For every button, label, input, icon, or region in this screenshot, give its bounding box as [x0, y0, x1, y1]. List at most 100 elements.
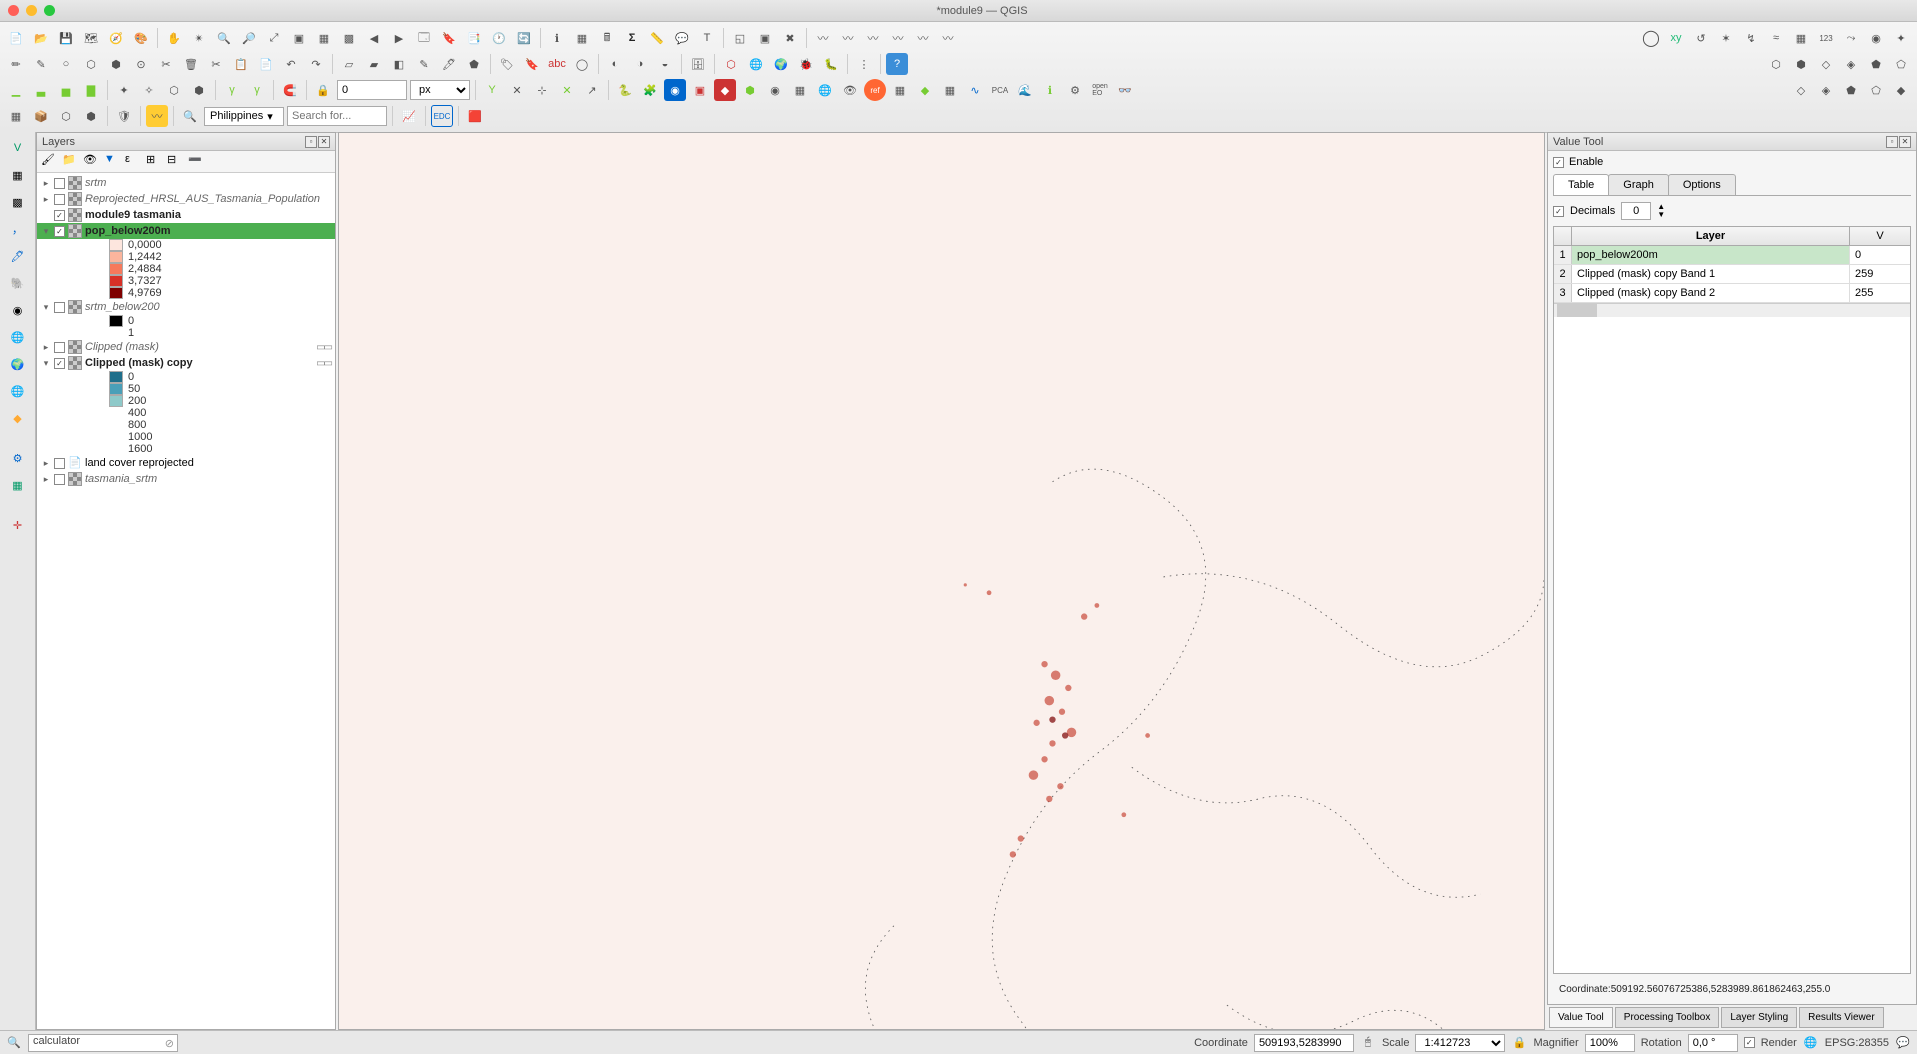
- pan-map-button[interactable]: ✋: [163, 27, 185, 49]
- blob-tool-button[interactable]: ◉: [1865, 27, 1887, 49]
- decimals-checkbox[interactable]: [1553, 206, 1564, 217]
- new-print-layout-button[interactable]: 🗺: [80, 27, 102, 49]
- curve-edit-3[interactable]: ↯: [1740, 27, 1762, 49]
- coord-toggle-icon[interactable]: 🖰: [1360, 1035, 1376, 1051]
- layer-visibility-checkbox[interactable]: [54, 178, 65, 189]
- plugin-5[interactable]: ⬢: [739, 79, 761, 101]
- spline-2[interactable]: γ: [246, 79, 268, 101]
- color-plugin-button[interactable]: 🟥: [464, 105, 486, 127]
- layer-row-tsrtm[interactable]: ▸tasmania_srtm: [37, 471, 335, 487]
- plugin-7[interactable]: ▦: [789, 79, 811, 101]
- render-checkbox[interactable]: [1744, 1037, 1755, 1048]
- polygon-tool-button[interactable]: ⬡: [720, 53, 742, 75]
- deselect-button[interactable]: ✖: [779, 27, 801, 49]
- zoom-in-button[interactable]: 🔍: [213, 27, 235, 49]
- db-manager-button[interactable]: 🗄: [687, 53, 709, 75]
- delete-selected-button[interactable]: 🗑: [180, 53, 202, 75]
- vt-row[interactable]: 2Clipped (mask) copy Band 1259: [1554, 265, 1910, 284]
- plugin-12[interactable]: ◆: [914, 79, 936, 101]
- layer-visibility-checkbox[interactable]: [54, 342, 65, 353]
- attribute-table-button[interactable]: ▦: [571, 27, 593, 49]
- vt-tab-options[interactable]: Options: [1668, 174, 1736, 195]
- grass-icon[interactable]: ▦: [5, 473, 31, 497]
- select-features-button[interactable]: ◱: [729, 27, 751, 49]
- messages-icon[interactable]: 💬: [1895, 1035, 1911, 1051]
- geom-tool-2[interactable]: ⬢: [1790, 53, 1812, 75]
- value-tool-close-button[interactable]: ✕: [1899, 136, 1911, 148]
- plugin-11[interactable]: ▦: [889, 79, 911, 101]
- snapping-button[interactable]: 🧲: [279, 79, 301, 101]
- vt-tab-graph[interactable]: Graph: [1608, 174, 1669, 195]
- processing-icon[interactable]: ⚙: [5, 446, 31, 470]
- label-tool-3[interactable]: abc: [546, 53, 568, 75]
- topo-tool-3[interactable]: ⊹: [531, 79, 553, 101]
- geom-tool-5[interactable]: ⬟: [1865, 53, 1887, 75]
- adv-digit-6[interactable]: ⬟: [463, 53, 485, 75]
- vertex-tool-5[interactable]: 〰: [912, 27, 934, 49]
- topo-tool-4[interactable]: ✕: [556, 79, 578, 101]
- plugin-1[interactable]: 🧩: [639, 79, 661, 101]
- magnifier-input[interactable]: [1585, 1034, 1635, 1052]
- extra-tool-button[interactable]: ✦: [1890, 27, 1912, 49]
- collapse-all-icon[interactable]: ⊟: [167, 153, 185, 171]
- rotation-input[interactable]: [1688, 1034, 1738, 1052]
- topo-tool-1[interactable]: Y: [481, 79, 503, 101]
- label-tool-4[interactable]: ◯: [571, 53, 593, 75]
- route-tool-button[interactable]: ⤳: [1840, 27, 1862, 49]
- geom-ext-4[interactable]: ⬠: [1865, 79, 1887, 101]
- xy-tool-button[interactable]: xy: [1665, 27, 1687, 49]
- remove-layer-button[interactable]: ⬢: [80, 105, 102, 127]
- bookmarks-button[interactable]: 📑: [463, 27, 485, 49]
- layer-visibility-checkbox[interactable]: [54, 226, 65, 237]
- freehand-button[interactable]: 〰: [146, 105, 168, 127]
- raster-hist-1[interactable]: ▁: [5, 79, 27, 101]
- add-oracle-icon[interactable]: 🌐: [5, 325, 31, 349]
- plugin-19[interactable]: openEO: [1089, 79, 1111, 101]
- zoom-window-button[interactable]: [44, 5, 55, 16]
- plugin-16[interactable]: 🌊: [1014, 79, 1036, 101]
- layers-tree[interactable]: ▸srtm▸Reprojected_HRSL_AUS_Tasmania_Popu…: [37, 173, 335, 1029]
- expand-icon[interactable]: ▾: [41, 302, 51, 313]
- plugin-4[interactable]: ◆: [714, 79, 736, 101]
- magnifier-lock-icon[interactable]: 🔒: [1511, 1035, 1527, 1051]
- expand-icon[interactable]: ▾: [41, 358, 51, 369]
- add-raster-icon[interactable]: ▦: [5, 163, 31, 187]
- save-project-button[interactable]: 💾: [55, 27, 77, 49]
- zoom-next-button[interactable]: ▶: [388, 27, 410, 49]
- edc-plugin-button[interactable]: EDC: [431, 105, 453, 127]
- new-geopackage-button[interactable]: 📦: [30, 105, 52, 127]
- redo-button[interactable]: ↷: [305, 53, 327, 75]
- layer-row-reproj[interactable]: ▸Reprojected_HRSL_AUS_Tasmania_Populatio…: [37, 191, 335, 207]
- help-button[interactable]: ?: [886, 53, 908, 75]
- layer-row-popb[interactable]: ▾pop_below200m: [37, 223, 335, 239]
- plugin-15[interactable]: PCA: [989, 79, 1011, 101]
- layer-row-mod9[interactable]: module9 tasmania: [37, 207, 335, 223]
- vt-scrollbar[interactable]: [1554, 303, 1910, 317]
- add-mssql-icon[interactable]: ◉: [5, 298, 31, 322]
- plugin-13[interactable]: ▦: [939, 79, 961, 101]
- geom-tool-4[interactable]: ◈: [1840, 53, 1862, 75]
- style-manager-button[interactable]: 🎨: [130, 27, 152, 49]
- pan-selection-button[interactable]: ✴: [188, 27, 210, 49]
- add-vector-icon[interactable]: V: [5, 136, 31, 160]
- digitize-tool-1[interactable]: ⬡: [80, 53, 102, 75]
- adv-digit-4[interactable]: ✎: [413, 53, 435, 75]
- toggle-editing-button[interactable]: ✏: [5, 53, 27, 75]
- layer-visibility-checkbox[interactable]: [54, 302, 65, 313]
- topo-tool-2[interactable]: ✕: [506, 79, 528, 101]
- locator-search-icon[interactable]: 🔍: [6, 1035, 22, 1051]
- curve-edit-2[interactable]: ✶: [1715, 27, 1737, 49]
- layer-row-clip[interactable]: ▸Clipped (mask)▭▭: [37, 339, 335, 355]
- new-layer-2[interactable]: ✧: [138, 79, 160, 101]
- plugin-10[interactable]: ref: [864, 79, 886, 101]
- close-window-button[interactable]: [8, 5, 19, 16]
- label-tool-1[interactable]: 🏷: [496, 53, 518, 75]
- modify-button[interactable]: ✂: [155, 53, 177, 75]
- statistics-button[interactable]: Σ: [621, 27, 643, 49]
- label-tool-2[interactable]: 🔖: [521, 53, 543, 75]
- curve-edit-4[interactable]: ≈: [1765, 27, 1787, 49]
- dock-tab-styling[interactable]: Layer Styling: [1721, 1007, 1797, 1028]
- crosshair-icon[interactable]: ✛: [5, 513, 31, 537]
- new-layer-4[interactable]: ⬢: [188, 79, 210, 101]
- expand-icon[interactable]: ▸: [41, 194, 51, 205]
